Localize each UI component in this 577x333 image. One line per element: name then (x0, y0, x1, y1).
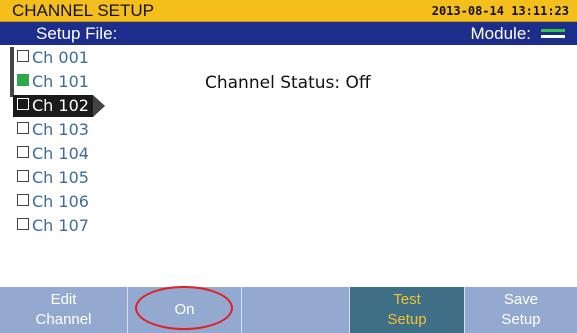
channel-checkbox[interactable] (17, 194, 29, 206)
softkey-label: Channel (35, 311, 92, 328)
softkey-label: Save (503, 291, 539, 308)
channel-item[interactable]: Ch 106 (17, 191, 89, 213)
channel-item[interactable]: Ch 107 (17, 215, 89, 237)
channel-label: Ch 107 (32, 216, 89, 235)
channel-label: Ch 104 (32, 144, 89, 163)
channel-item[interactable]: Ch 001 (17, 47, 89, 69)
softkey-label: Setup (501, 311, 541, 328)
channel-checkbox[interactable] (17, 122, 29, 134)
channel-label: Ch 101 (32, 72, 89, 91)
title-bar: CHANNEL SETUP 2013-08-14 13:11:23 (0, 0, 577, 22)
edit-channel-button[interactable]: Edit Channel (0, 287, 128, 333)
blank-softkey[interactable] (242, 287, 350, 333)
channel-item[interactable]: Ch 104 (17, 143, 89, 165)
softkey-label: Test (393, 291, 421, 308)
channel-label: Ch 001 (32, 48, 89, 67)
channel-checkbox[interactable] (17, 218, 29, 230)
channel-item[interactable]: Ch 105 (17, 167, 89, 189)
channel-label: Ch 106 (32, 192, 89, 211)
setup-file-label: Setup File: (36, 24, 118, 43)
info-bar: Setup File: Module: (0, 22, 577, 45)
softkey-label: On (174, 301, 195, 318)
channel-checkbox[interactable] (17, 146, 29, 158)
channel-checkbox[interactable] (17, 74, 29, 86)
module-label: Module: (470, 24, 531, 43)
softkey-bar: Edit Channel On Test Setup Save Setup (0, 287, 577, 333)
channel-checkbox[interactable] (17, 98, 29, 110)
page-title: CHANNEL SETUP (12, 1, 155, 20)
channel-label: Ch 102 (32, 96, 89, 115)
list-scrollbar[interactable] (10, 47, 14, 97)
softkey-label: Setup (387, 311, 427, 328)
channel-status-text: Channel Status: Off (205, 73, 371, 93)
on-button[interactable]: On (128, 287, 242, 333)
channel-item-selected[interactable]: Ch 102 (13, 95, 105, 117)
channel-label: Ch 105 (32, 168, 89, 187)
softkey-label: Edit (50, 291, 77, 308)
channel-item[interactable]: Ch 103 (17, 119, 89, 141)
channel-item[interactable]: Ch 101 (17, 71, 89, 93)
save-setup-button[interactable]: Save Setup (465, 287, 577, 333)
datetime-display: 2013-08-14 13:11:23 (431, 4, 569, 18)
channel-checkbox[interactable] (17, 50, 29, 62)
channel-label: Ch 103 (32, 120, 89, 139)
test-setup-button[interactable]: Test Setup (350, 287, 465, 333)
channel-checkbox[interactable] (17, 170, 29, 182)
module-icon (541, 29, 565, 39)
